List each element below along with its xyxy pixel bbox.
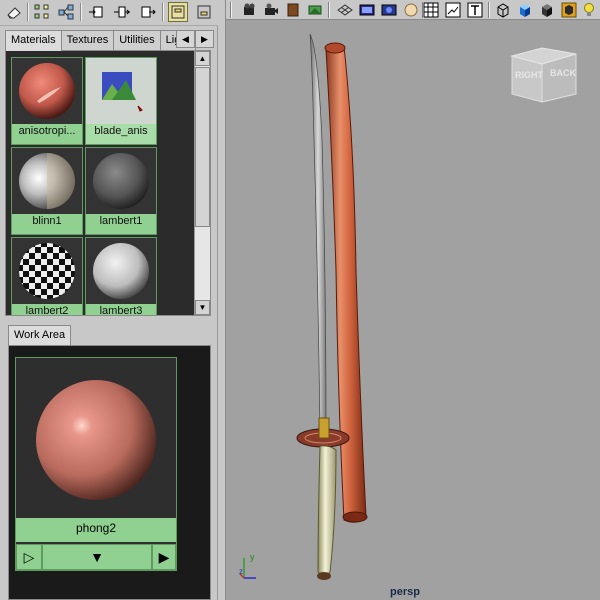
maya-window: Materials Textures Utilities Lig... ◀ ▶ … bbox=[0, 0, 600, 600]
network-icon[interactable] bbox=[56, 2, 76, 22]
blinn-sphere-icon bbox=[12, 148, 82, 214]
film-gate-icon[interactable] bbox=[358, 1, 376, 19]
scroll-down-icon[interactable]: ▼ bbox=[195, 300, 210, 315]
material-swatch[interactable]: lambert3 bbox=[85, 237, 157, 315]
wireframe-cube-icon[interactable] bbox=[494, 1, 512, 19]
materials-pane: anisotropi... blade_anis blinn1 lambert1 bbox=[5, 50, 211, 316]
material-label: lambert2 bbox=[12, 304, 82, 315]
safe-action-icon[interactable] bbox=[402, 1, 420, 19]
viewport-persp[interactable]: RIGHT BACK y z persp bbox=[226, 0, 600, 600]
work-area-pane: phong2 ▷ ▼ ▶ bbox=[8, 345, 211, 600]
hypershade-toolbar bbox=[0, 0, 218, 26]
axis-z-label: z bbox=[239, 567, 243, 576]
axis-y-label: y bbox=[250, 552, 255, 562]
bookmark-icon[interactable] bbox=[284, 1, 302, 19]
lambert-dark-sphere-icon bbox=[86, 148, 156, 214]
tab-scroll-left-icon[interactable]: ◀ bbox=[176, 30, 195, 48]
panel-splitter[interactable] bbox=[218, 0, 226, 600]
swatch-controls: ▷ ▼ ▶ bbox=[16, 544, 176, 570]
hypershade-panel: Materials Textures Utilities Lig... ◀ ▶ … bbox=[0, 0, 218, 600]
camera-icon[interactable] bbox=[240, 1, 258, 19]
flat-shade-cube-icon[interactable] bbox=[538, 1, 556, 19]
xray-icon[interactable] bbox=[444, 1, 462, 19]
tab-textures[interactable]: Textures bbox=[60, 30, 115, 50]
input-icon[interactable] bbox=[86, 2, 106, 22]
graph-icon[interactable] bbox=[32, 2, 52, 22]
work-area-swatch[interactable]: phong2 ▷ ▼ ▶ bbox=[15, 357, 177, 571]
material-swatch[interactable]: anisotropi... bbox=[11, 57, 83, 145]
lighting-bulb-icon[interactable] bbox=[580, 1, 598, 19]
tab-scroll: ◀ ▶ bbox=[176, 30, 214, 48]
material-label: blinn1 bbox=[12, 214, 82, 234]
tab-work-area[interactable]: Work Area bbox=[8, 325, 72, 345]
checker-sphere-icon bbox=[12, 238, 82, 304]
expand-down-icon[interactable]: ▼ bbox=[42, 544, 152, 570]
katana-model[interactable] bbox=[226, 20, 600, 590]
material-label: lambert3 bbox=[86, 304, 156, 315]
tab-scroll-right-icon[interactable]: ▶ bbox=[195, 30, 214, 48]
text-icon[interactable] bbox=[466, 1, 484, 19]
play-icon[interactable]: ▶ bbox=[152, 544, 176, 570]
camera-name-label: persp bbox=[390, 586, 420, 598]
axis-gizmo: y z bbox=[239, 552, 256, 579]
material-swatch[interactable]: lambert1 bbox=[85, 147, 157, 235]
material-label: blade_anis bbox=[86, 124, 156, 144]
camera-attributes-icon[interactable] bbox=[262, 1, 280, 19]
scrollbar-thumb[interactable] bbox=[195, 67, 210, 227]
textured-cube-icon[interactable] bbox=[560, 1, 578, 19]
grid-toggle-icon[interactable] bbox=[336, 1, 354, 19]
hypershade-tabs: Materials Textures Utilities Lig... bbox=[5, 30, 196, 51]
tab-materials[interactable]: Materials bbox=[5, 30, 62, 51]
scroll-up-icon[interactable]: ▲ bbox=[195, 51, 210, 66]
texture-thumbnail-icon bbox=[86, 58, 156, 124]
layout-bottom-icon[interactable] bbox=[194, 2, 214, 22]
tab-utilities[interactable]: Utilities bbox=[113, 30, 161, 50]
material-label: lambert1 bbox=[86, 214, 156, 234]
material-swatch[interactable]: blade_anis bbox=[85, 57, 157, 145]
anisotropic-sphere-icon bbox=[12, 58, 82, 124]
eraser-icon[interactable] bbox=[4, 2, 24, 22]
lambert-light-sphere-icon bbox=[86, 238, 156, 304]
image-plane-icon[interactable] bbox=[306, 1, 324, 19]
wireframe-icon[interactable] bbox=[422, 1, 440, 19]
play-outline-icon[interactable]: ▷ bbox=[16, 544, 42, 570]
smooth-shade-cube-icon[interactable] bbox=[516, 1, 534, 19]
materials-scrollbar[interactable]: ▲ ▼ bbox=[194, 51, 210, 315]
material-label: anisotropi... bbox=[12, 124, 82, 144]
phong-sphere-icon bbox=[36, 380, 156, 500]
viewport-toolbar bbox=[226, 0, 600, 20]
resolution-gate-icon[interactable] bbox=[380, 1, 398, 19]
work-area-material-label: phong2 bbox=[16, 518, 176, 542]
input-output-icon[interactable] bbox=[112, 2, 132, 22]
material-swatch[interactable]: blinn1 bbox=[11, 147, 83, 235]
layout-top-icon[interactable] bbox=[168, 2, 188, 22]
output-icon[interactable] bbox=[138, 2, 158, 22]
material-swatch[interactable]: lambert2 bbox=[11, 237, 83, 315]
